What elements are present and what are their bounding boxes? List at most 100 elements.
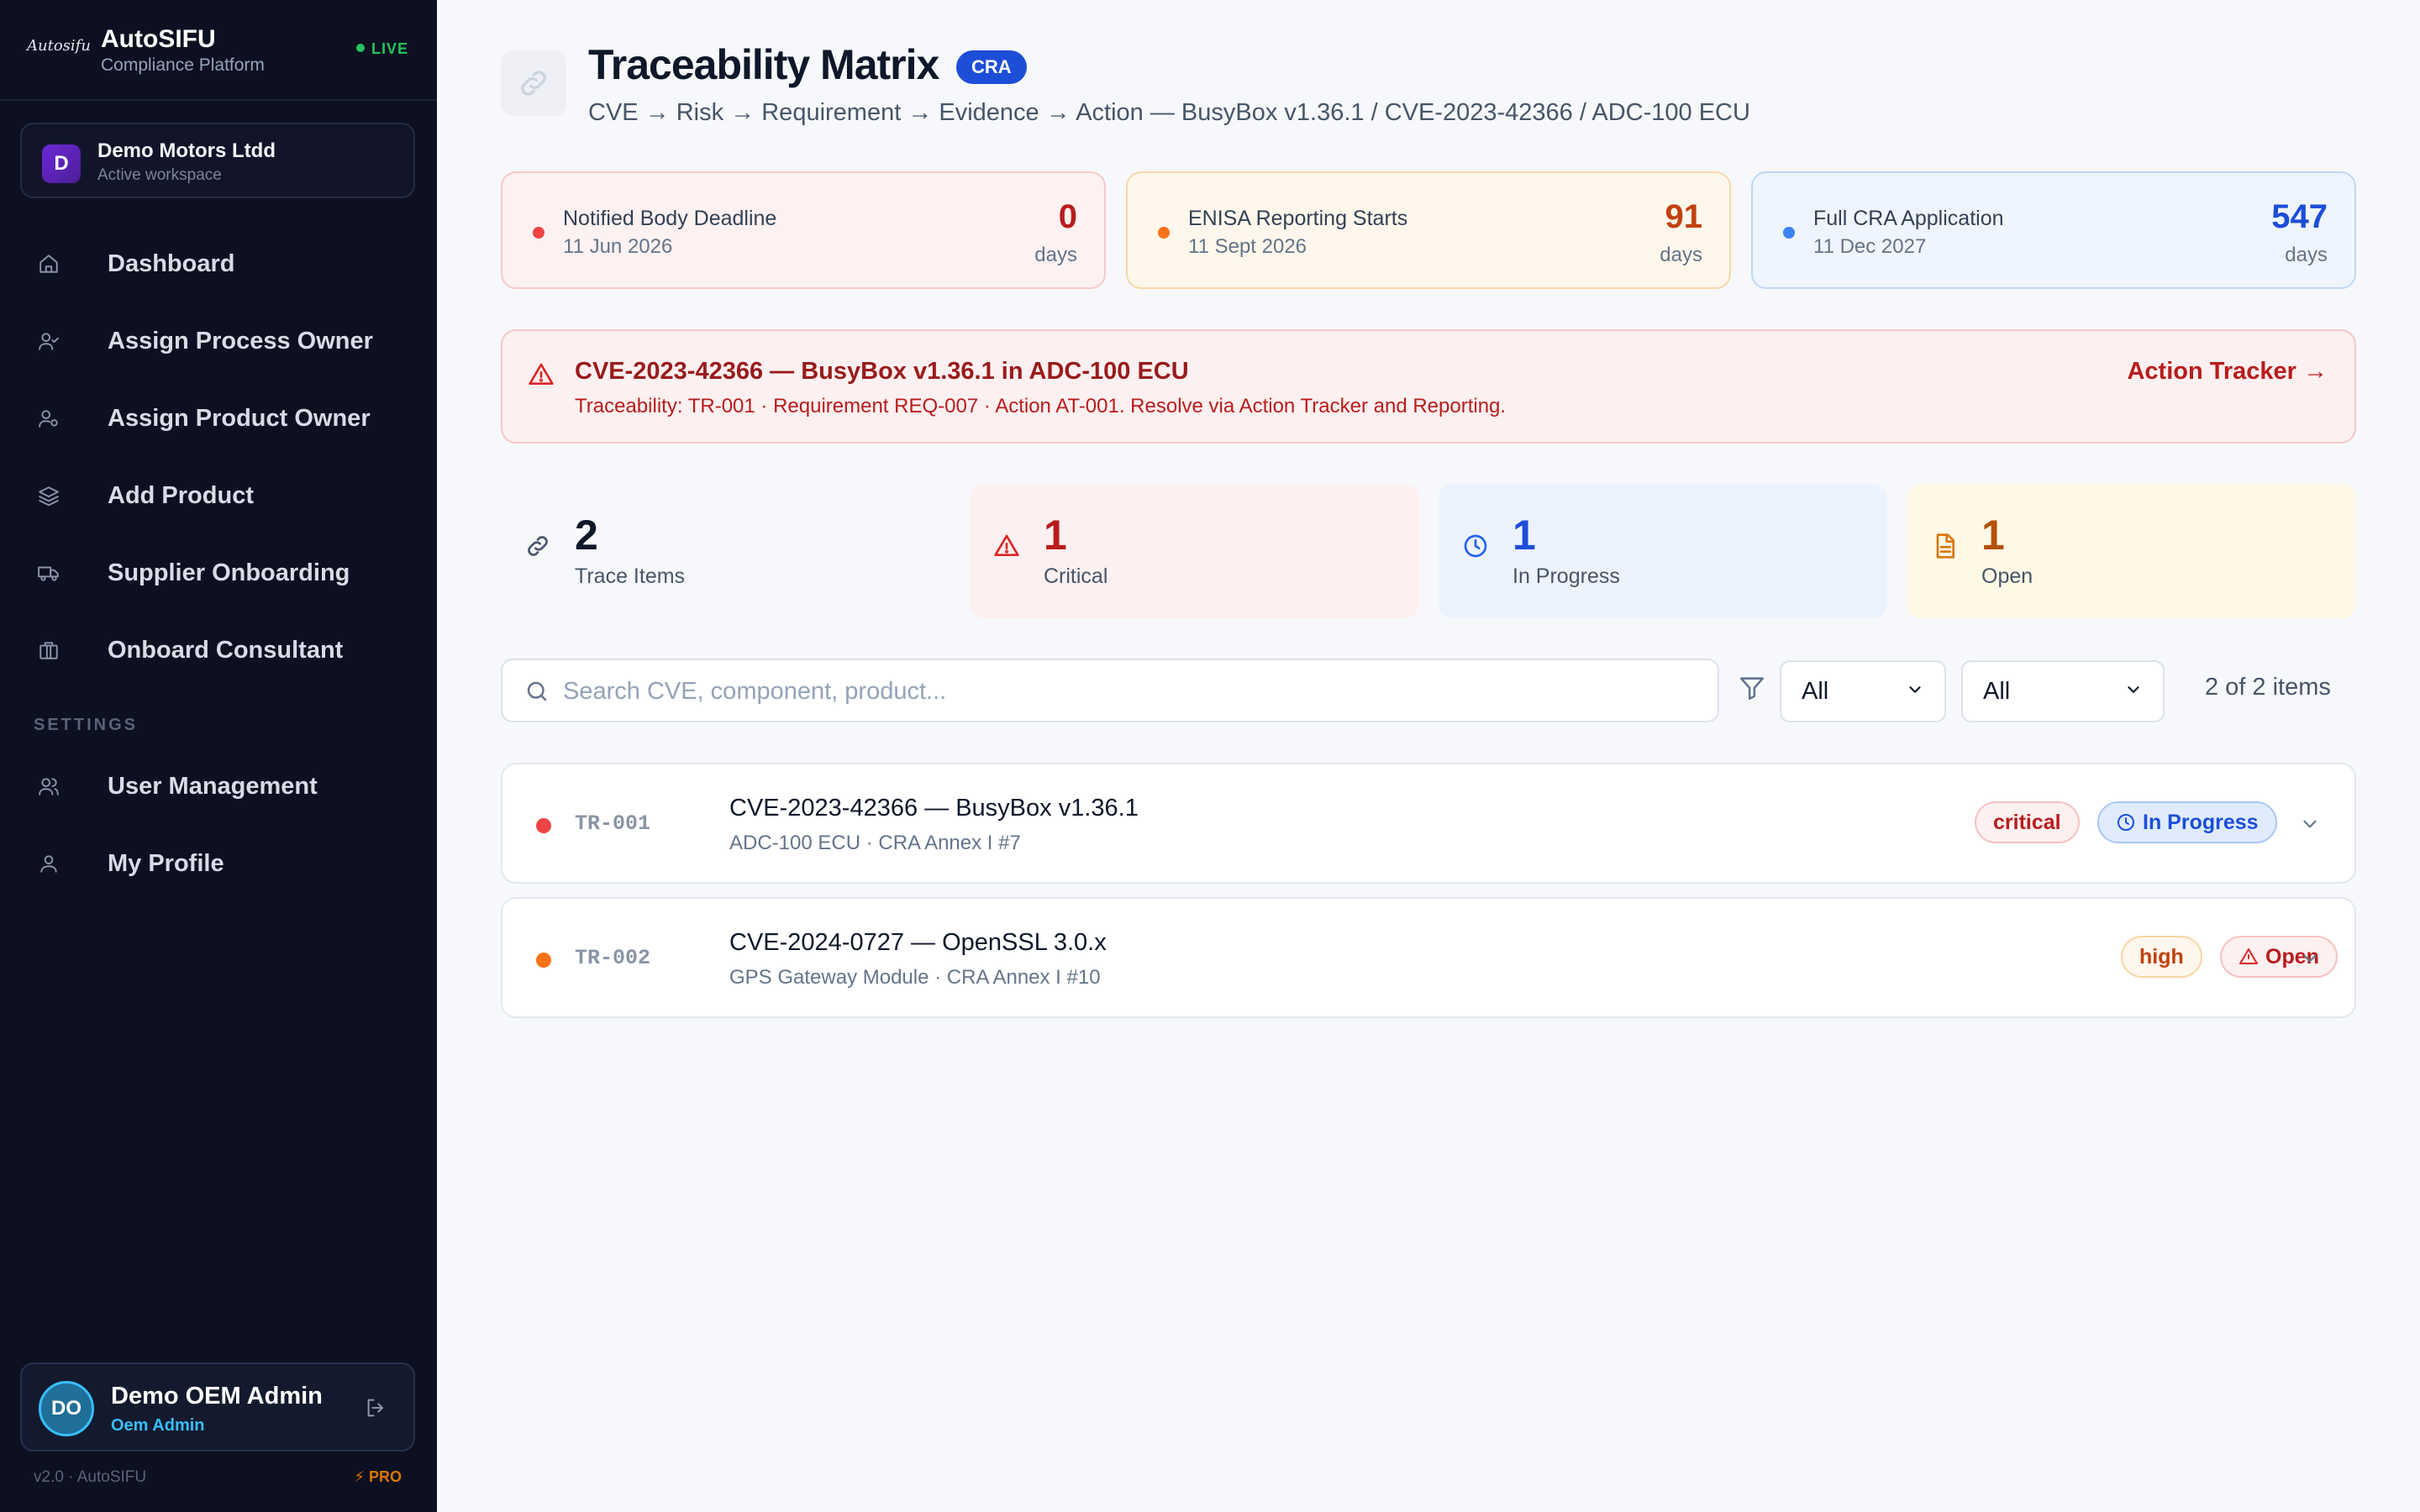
select-value: All: [1802, 677, 1829, 705]
user-role: Oem Admin: [111, 1416, 205, 1435]
brand-subtitle: Compliance Platform: [101, 55, 265, 75]
severity-filter-select[interactable]: All: [1780, 660, 1946, 722]
trace-subtitle: GPS Gateway Module · CRA Annex I #10: [729, 966, 1101, 989]
severity-dot-icon: [536, 953, 551, 968]
deadline-days-unit: days: [2285, 244, 2328, 266]
severity-dot-icon: [536, 818, 551, 833]
status-label: In Progress: [2143, 810, 2259, 834]
workspace-avatar: D: [42, 144, 81, 183]
sidebar-item-label: Dashboard: [108, 249, 235, 277]
document-icon: [1931, 533, 1958, 564]
main-content: Traceability Matrix CRA CVE → Risk → Req…: [437, 0, 2420, 1512]
plan-badge: ⚡ PRO: [354, 1468, 402, 1485]
deadline-card-enisa: ENISA Reporting Starts 11 Sept 2026 91 d…: [1126, 171, 1731, 289]
logout-icon[interactable]: [365, 1396, 388, 1424]
filter-icon[interactable]: [1738, 674, 1766, 706]
stat-label: Trace Items: [575, 564, 686, 588]
briefcase-icon: [34, 635, 64, 665]
stat-label: Open: [1981, 564, 2033, 588]
sidebar-item-add-product[interactable]: Add Product: [34, 469, 412, 522]
sidebar-item-supplier-onboarding[interactable]: Supplier Onboarding: [34, 546, 412, 600]
chevron-down-icon: [2124, 678, 2143, 706]
sidebar-item-label: Add Product: [108, 481, 254, 509]
search-box: [501, 659, 1719, 722]
status-dot-icon: [1158, 227, 1170, 239]
link-icon: [501, 50, 566, 116]
alert-text: Traceability: TR-001 · Requirement REQ-0…: [575, 395, 1507, 417]
trace-id: TR-002: [575, 946, 651, 970]
trace-row[interactable]: TR-001 CVE-2023-42366 — BusyBox v1.36.1 …: [501, 763, 2356, 884]
page-subtitle: CVE → Risk → Requirement → Evidence → Ac…: [588, 99, 1750, 126]
sidebar: Autosifu AutoSIFU Compliance Platform LI…: [0, 0, 437, 1512]
stat-label: In Progress: [1512, 564, 1620, 588]
stat-value: 1: [1044, 512, 1067, 559]
sidebar-item-my-profile[interactable]: My Profile: [34, 837, 412, 890]
cve-alert-banner: CVE-2023-42366 — BusyBox v1.36.1 in ADC-…: [501, 329, 2356, 444]
user-cog-icon: [34, 403, 64, 433]
chevron-down-icon[interactable]: [2299, 813, 2321, 839]
stat-card-critical: 1 Critical: [970, 484, 1418, 618]
stat-card-trace-items: 2 Trace Items: [501, 484, 950, 618]
status-dot-icon: [1783, 227, 1795, 239]
deadline-title: Full CRA Application: [1813, 207, 2004, 230]
sidebar-item-assign-product-owner[interactable]: Assign Product Owner: [34, 391, 412, 445]
trace-title: CVE-2023-42366 — BusyBox v1.36.1: [729, 795, 1139, 822]
search-icon: [524, 679, 550, 708]
trace-subtitle: ADC-100 ECU · CRA Annex I #7: [729, 832, 1021, 854]
action-tracker-link[interactable]: Action Tracker →: [2127, 358, 2328, 386]
deadline-days-value: 547: [2271, 198, 2328, 235]
results-count: 2 of 2 items: [2205, 674, 2331, 701]
deadline-card-notified-body: Notified Body Deadline 11 Jun 2026 0 day…: [501, 171, 1106, 289]
trace-id: TR-001: [575, 811, 651, 836]
trace-row[interactable]: TR-002 CVE-2024-0727 — OpenSSL 3.0.x GPS…: [501, 897, 2356, 1018]
brand-name: AutoSIFU: [101, 25, 216, 53]
deadline-title: ENISA Reporting Starts: [1188, 207, 1408, 230]
workspace-switcher[interactable]: D Demo Motors Ltdd Active workspace: [20, 123, 415, 198]
app-version: v2.0 · AutoSIFU: [34, 1468, 147, 1486]
sidebar-item-label: Supplier Onboarding: [108, 559, 350, 586]
sidebar-item-label: User Management: [108, 772, 318, 800]
user-icon: [34, 848, 64, 879]
stat-value: 2: [575, 512, 598, 559]
status-badge: In Progress: [2097, 801, 2277, 843]
sidebar-item-dashboard[interactable]: Dashboard: [34, 237, 412, 291]
deadline-days-unit: days: [1034, 244, 1077, 266]
users-icon: [34, 771, 64, 801]
live-indicator: LIVE: [355, 40, 408, 58]
deadline-days-value: 91: [1665, 198, 1703, 235]
severity-badge: critical: [1975, 801, 2080, 843]
warning-icon: [2238, 947, 2259, 967]
alert-title: CVE-2023-42366 — BusyBox v1.36.1 in ADC-…: [575, 358, 1189, 385]
chevron-down-icon[interactable]: [2299, 948, 2321, 974]
select-value: All: [1983, 677, 2011, 705]
sidebar-item-user-management[interactable]: User Management: [34, 759, 412, 813]
chevron-down-icon: [1906, 678, 1924, 706]
deadline-date: 11 Sept 2026: [1188, 235, 1307, 258]
layers-icon: [34, 480, 64, 511]
deadline-days-unit: days: [1660, 244, 1702, 266]
sidebar-item-label: Onboard Consultant: [108, 636, 344, 664]
home-icon: [34, 249, 64, 279]
sidebar-item-onboard-consultant[interactable]: Onboard Consultant: [34, 623, 412, 677]
sidebar-item-assign-process-owner[interactable]: Assign Process Owner: [34, 314, 412, 368]
stat-value: 1: [1512, 512, 1536, 559]
stat-label: Critical: [1044, 564, 1108, 588]
trace-title: CVE-2024-0727 — OpenSSL 3.0.x: [729, 929, 1107, 956]
brand-logo: Autosifu: [27, 37, 91, 55]
clock-icon: [1462, 533, 1489, 564]
user-check-icon: [34, 326, 64, 356]
settings-section-label: SETTINGS: [34, 716, 139, 734]
live-label: LIVE: [371, 40, 408, 57]
deadline-title: Notified Body Deadline: [563, 207, 777, 230]
stat-card-in-progress: 1 In Progress: [1439, 484, 1887, 618]
severity-badge: high: [2121, 936, 2202, 978]
user-avatar: DO: [39, 1381, 94, 1436]
deadline-card-full-cra: Full CRA Application 11 Dec 2027 547 day…: [1751, 171, 2356, 289]
truck-icon: [34, 558, 64, 588]
sidebar-item-label: Assign Product Owner: [108, 404, 371, 432]
cra-badge: CRA: [956, 50, 1027, 84]
search-input[interactable]: [563, 674, 1689, 709]
status-filter-select[interactable]: All: [1961, 660, 2165, 722]
deadline-date: 11 Jun 2026: [563, 235, 673, 258]
user-card[interactable]: DO Demo OEM Admin Oem Admin: [20, 1362, 415, 1452]
